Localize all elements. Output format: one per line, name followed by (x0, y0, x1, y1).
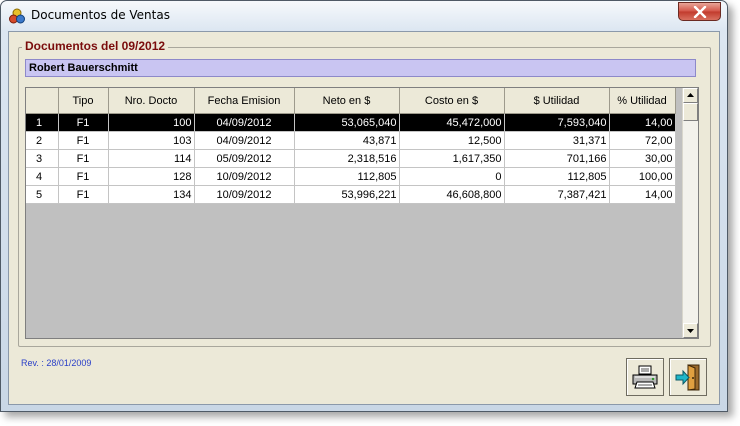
grid-header-row: Tipo Nro. Docto Fecha Emision Neto en $ … (26, 88, 676, 114)
column-header-row-number[interactable] (26, 88, 59, 114)
column-header-fecha-emision[interactable]: Fecha Emision (194, 88, 295, 114)
column-header-costo[interactable]: Costo en $ (399, 88, 505, 114)
neto-cell: 53,065,040 (294, 113, 400, 132)
costo-cell: 1,617,350 (399, 149, 505, 168)
scroll-down-button[interactable] (683, 323, 698, 338)
revision-label: Rev. : 28/01/2009 (21, 358, 92, 368)
nro-docto-cell: 134 (108, 185, 195, 204)
utilidad-cell: 701,166 (504, 149, 610, 168)
close-button[interactable] (678, 2, 721, 21)
utilidad-cell: 7,387,421 (504, 185, 610, 204)
title-bar[interactable]: Documentos de Ventas (1, 1, 727, 31)
nro-docto-cell: 103 (108, 131, 195, 150)
nro-docto-cell: 128 (108, 167, 195, 186)
column-header-pct-utilidad[interactable]: % Utilidad (609, 88, 676, 114)
tipo-cell: F1 (58, 113, 109, 132)
exit-door-icon (675, 364, 700, 391)
row-number-cell: 4 (26, 167, 59, 186)
tipo-cell: F1 (58, 167, 109, 186)
fecha-emision-cell: 04/09/2012 (194, 113, 295, 132)
neto-cell: 53,996,221 (294, 185, 400, 204)
app-icon (8, 7, 26, 25)
client-area: Documentos del 09/2012 Robert Bauerschmi… (8, 31, 720, 405)
column-header-utilidad[interactable]: $ Utilidad (504, 88, 610, 114)
utilidad-cell: 31,371 (504, 131, 610, 150)
printer-icon (632, 365, 658, 389)
table-row[interactable]: 2 F1 103 04/09/2012 43,871 12,500 31,371… (26, 131, 676, 150)
table-row[interactable]: 5 F1 134 10/09/2012 53,996,221 46,608,80… (26, 185, 676, 204)
row-number-cell: 1 (26, 113, 59, 132)
documents-grid[interactable]: Tipo Nro. Docto Fecha Emision Neto en $ … (25, 87, 699, 339)
column-header-nro-docto[interactable]: Nro. Docto (108, 88, 195, 114)
utilidad-cell: 112,805 (504, 167, 610, 186)
window-title: Documentos de Ventas (31, 8, 170, 22)
vertical-scrollbar[interactable] (682, 88, 698, 338)
pct-utilidad-cell: 14,00 (609, 113, 676, 132)
table-row[interactable]: 4 F1 128 10/09/2012 112,805 0 112,805 10… (26, 167, 676, 186)
nro-docto-cell: 114 (108, 149, 195, 168)
fecha-emision-cell: 10/09/2012 (194, 167, 295, 186)
exit-button[interactable] (669, 358, 707, 396)
table-row[interactable]: 1 F1 100 04/09/2012 53,065,040 45,472,00… (26, 113, 676, 132)
costo-cell: 46,608,800 (399, 185, 505, 204)
neto-cell: 112,805 (294, 167, 400, 186)
fecha-emision-cell: 05/09/2012 (194, 149, 295, 168)
costo-cell: 0 (399, 167, 505, 186)
fecha-emision-cell: 10/09/2012 (194, 185, 295, 204)
arrow-down-icon (687, 329, 694, 333)
nro-docto-cell: 100 (108, 113, 195, 132)
tipo-cell: F1 (58, 185, 109, 204)
arrow-up-icon (687, 93, 694, 97)
grid-table: Tipo Nro. Docto Fecha Emision Neto en $ … (26, 88, 676, 204)
close-icon (693, 6, 707, 18)
app-window: Documentos de Ventas Documentos del 09/2… (0, 0, 728, 412)
neto-cell: 43,871 (294, 131, 400, 150)
row-number-cell: 3 (26, 149, 59, 168)
scroll-up-button[interactable] (683, 88, 698, 103)
pct-utilidad-cell: 72,00 (609, 131, 676, 150)
row-number-cell: 2 (26, 131, 59, 150)
pct-utilidad-cell: 100,00 (609, 167, 676, 186)
column-header-tipo[interactable]: Tipo (58, 88, 109, 114)
table-row[interactable]: 3 F1 114 05/09/2012 2,318,516 1,617,350 … (26, 149, 676, 168)
row-number-cell: 5 (26, 185, 59, 204)
neto-cell: 2,318,516 (294, 149, 400, 168)
print-button[interactable] (626, 358, 664, 396)
pct-utilidad-cell: 30,00 (609, 149, 676, 168)
group-legend: Documentos del 09/2012 (22, 39, 169, 53)
utilidad-cell: 7,593,040 (504, 113, 610, 132)
fecha-emision-cell: 04/09/2012 (194, 131, 295, 150)
tipo-cell: F1 (58, 131, 109, 150)
column-header-neto[interactable]: Neto en $ (294, 88, 400, 114)
costo-cell: 45,472,000 (399, 113, 505, 132)
customer-name: Robert Bauerschmitt (25, 59, 696, 77)
tipo-cell: F1 (58, 149, 109, 168)
scroll-thumb[interactable] (683, 103, 698, 121)
pct-utilidad-cell: 14,00 (609, 185, 676, 204)
costo-cell: 12,500 (399, 131, 505, 150)
